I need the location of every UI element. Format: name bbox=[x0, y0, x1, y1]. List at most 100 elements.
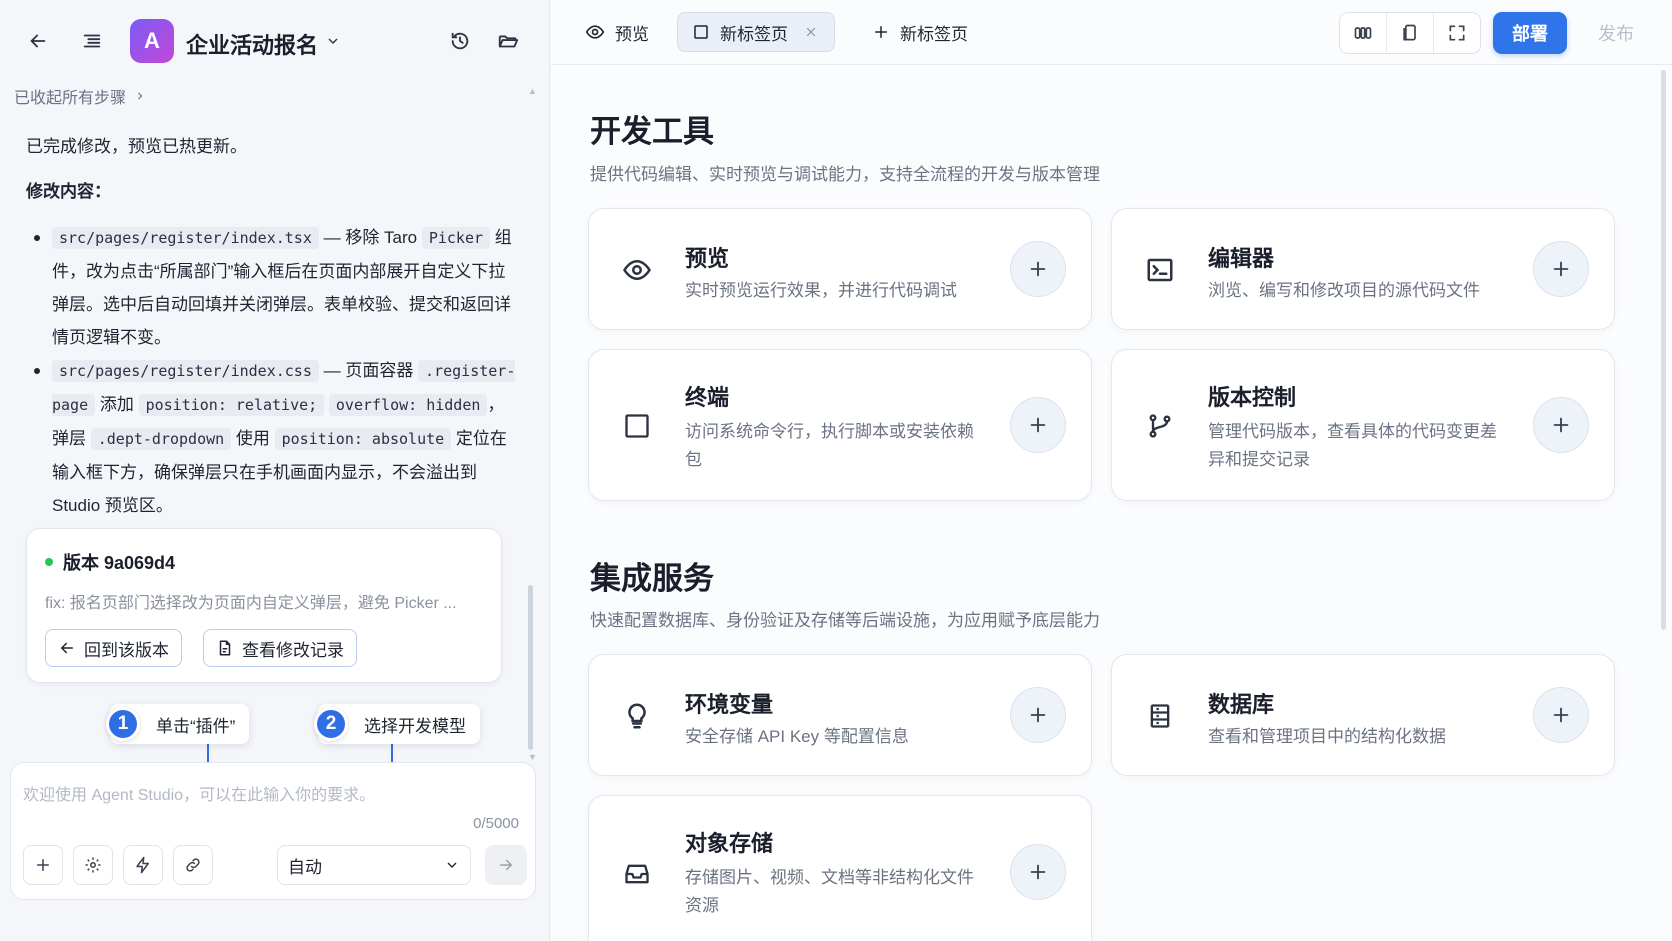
change-text: 使用 bbox=[231, 429, 275, 448]
card-editor[interactable]: 编辑器 浏览、编写和修改项目的源代码文件 bbox=[1111, 208, 1615, 330]
add-version-control-button[interactable] bbox=[1533, 397, 1589, 453]
settings-button[interactable] bbox=[73, 845, 113, 885]
add-database-button[interactable] bbox=[1533, 687, 1589, 743]
tab-new[interactable]: 新标签页 bbox=[858, 12, 982, 52]
back-button[interactable] bbox=[20, 23, 56, 59]
inbox-icon bbox=[625, 864, 649, 884]
step-badge: 2 bbox=[314, 707, 348, 741]
terminal-icon bbox=[625, 414, 649, 438]
plus-icon bbox=[1553, 707, 1569, 723]
section-title-dev: 开发工具 bbox=[590, 114, 714, 149]
scroll-down-arrow[interactable]: ▼ bbox=[528, 752, 537, 762]
chat-panel: A 企业活动报名 已收起所有步骤 ▲ ▼ 已完成修改，预览已热更新。 修改内容：… bbox=[0, 0, 550, 941]
add-terminal-button[interactable] bbox=[1010, 397, 1066, 453]
change-text: — 页面容器 bbox=[318, 361, 419, 380]
change-text: 添加 bbox=[95, 395, 139, 414]
card-icon bbox=[621, 858, 653, 890]
add-editor-button[interactable] bbox=[1533, 241, 1589, 297]
file-path: src/pages/register/index.tsx bbox=[52, 227, 319, 249]
version-title: 版本 9a069d4 bbox=[63, 553, 176, 573]
card-icon bbox=[621, 410, 653, 442]
plus-icon bbox=[37, 859, 49, 871]
card-desc: 管理代码版本，查看具体的代码变更差异和提交记录 bbox=[1208, 422, 1497, 469]
card-database[interactable]: 数据库 查看和管理项目中的结构化数据 bbox=[1111, 654, 1615, 776]
workspace-scrollbar[interactable] bbox=[1661, 70, 1666, 630]
version-card: 版本 9a069d4 fix: 报名页部门选择改为页面内自定义弹层，避免 Pic… bbox=[26, 528, 502, 683]
app-logo: A bbox=[130, 19, 174, 63]
plus-icon bbox=[1030, 707, 1046, 723]
card-preview[interactable]: 预览 实时预览运行效果，并进行代码调试 bbox=[588, 208, 1092, 330]
plus-icon bbox=[1553, 261, 1569, 277]
add-preview-button[interactable] bbox=[1010, 241, 1066, 297]
tab-bar: 预览 新标签页 新标签页 部署 发布 bbox=[551, 0, 1672, 65]
fullscreen-button[interactable] bbox=[1434, 13, 1480, 53]
card-icon bbox=[1144, 700, 1176, 732]
section-title-integration: 集成服务 bbox=[590, 561, 714, 596]
history-button[interactable] bbox=[442, 23, 478, 59]
revert-version-button[interactable]: 回到该版本 bbox=[45, 629, 182, 667]
card-icon bbox=[621, 700, 653, 732]
arrow-left-icon bbox=[60, 642, 73, 654]
plugin-button[interactable] bbox=[173, 845, 213, 885]
view-history-button[interactable]: 查看修改记录 bbox=[203, 629, 357, 667]
deploy-button[interactable]: 部署 bbox=[1493, 12, 1567, 54]
step-badge: 1 bbox=[106, 707, 140, 741]
add-object-storage-button[interactable] bbox=[1010, 844, 1066, 900]
inline-code: .dept-dropdown bbox=[90, 428, 232, 450]
card-env-vars[interactable]: 环境变量 安全存储 API Key 等配置信息 bbox=[588, 654, 1092, 776]
attach-button[interactable] bbox=[23, 845, 63, 885]
version-subtitle: fix: 报名页部门选择改为页面内自定义弹层，避免 Picker ... bbox=[45, 595, 457, 612]
card-title: 编辑器 bbox=[1208, 246, 1275, 271]
plus-icon bbox=[1030, 864, 1046, 880]
inline-code: overflow: hidden bbox=[328, 394, 488, 416]
history-icon bbox=[451, 32, 469, 50]
publish-button[interactable]: 发布 bbox=[1579, 12, 1653, 54]
eye-icon bbox=[585, 25, 605, 39]
card-object-storage[interactable]: 对象存储 存储图片、视频、文档等非结构化文件资源 bbox=[588, 795, 1092, 941]
plus-icon bbox=[1030, 417, 1046, 433]
quick-action-button[interactable] bbox=[123, 845, 163, 885]
folder-open-icon bbox=[498, 35, 519, 48]
plus-icon bbox=[1553, 417, 1569, 433]
chevron-down-icon bbox=[328, 38, 338, 44]
chevron-down-icon bbox=[447, 862, 457, 868]
card-terminal[interactable]: 终端 访问系统命令行，执行脚本或安装依赖包 bbox=[588, 349, 1092, 501]
collapsed-steps-label: 已收起所有步骤 bbox=[14, 90, 127, 107]
device-view-button[interactable] bbox=[1387, 13, 1434, 53]
menu-button[interactable] bbox=[74, 23, 110, 59]
tab-preview[interactable]: 预览 bbox=[571, 12, 663, 52]
gear-icon bbox=[85, 857, 101, 873]
card-version-control[interactable]: 版本控制 管理代码版本，查看具体的代码变更差异和提交记录 bbox=[1111, 349, 1615, 501]
card-icon bbox=[1144, 254, 1176, 286]
add-env-vars-button[interactable] bbox=[1010, 687, 1066, 743]
card-desc: 实时预览运行效果，并进行代码调试 bbox=[685, 281, 957, 300]
prompt-input[interactable]: 欢迎使用 Agent Studio，可以在此输入你的要求。 bbox=[23, 781, 375, 805]
folder-button[interactable] bbox=[490, 23, 526, 59]
card-title: 版本控制 bbox=[1208, 385, 1297, 410]
send-button[interactable] bbox=[485, 845, 527, 885]
prompt-box: 欢迎使用 Agent Studio，可以在此输入你的要求。 0/5000 自动 bbox=[10, 762, 536, 900]
close-icon[interactable] bbox=[804, 25, 818, 39]
tab-new-active[interactable]: 新标签页 bbox=[677, 12, 835, 52]
card-title: 预览 bbox=[685, 246, 730, 271]
inline-code: Picker bbox=[421, 227, 491, 249]
scroll-up-arrow[interactable]: ▲ bbox=[528, 86, 537, 96]
split-view-button[interactable] bbox=[1340, 13, 1387, 53]
app-title[interactable]: 企业活动报名 bbox=[186, 28, 318, 60]
callout-text: 选择开发模型 bbox=[364, 716, 466, 736]
collapsed-steps-toggle[interactable]: 已收起所有步骤 bbox=[14, 84, 146, 108]
tab-label: 新标签页 bbox=[720, 24, 788, 44]
plus-icon bbox=[875, 26, 887, 38]
inline-code: position: absolute bbox=[274, 428, 452, 450]
model-select[interactable]: 自动 bbox=[277, 845, 471, 885]
card-title: 环境变量 bbox=[685, 692, 774, 717]
change-text: — 移除 Taro bbox=[318, 228, 422, 247]
change-list: src/pages/register/index.tsx — 移除 Taro P… bbox=[26, 221, 516, 522]
app-switcher-button[interactable] bbox=[320, 23, 346, 59]
section-subtitle-dev: 提供代码编辑、实时预览与调试能力，支持全流程的开发与版本管理 bbox=[590, 165, 1100, 184]
mobile-icon bbox=[1403, 24, 1416, 41]
view-history-label: 查看修改记录 bbox=[242, 640, 344, 660]
chat-scrollbar[interactable] bbox=[528, 585, 533, 750]
tab-label: 新标签页 bbox=[900, 24, 968, 44]
eye-icon bbox=[623, 259, 651, 281]
